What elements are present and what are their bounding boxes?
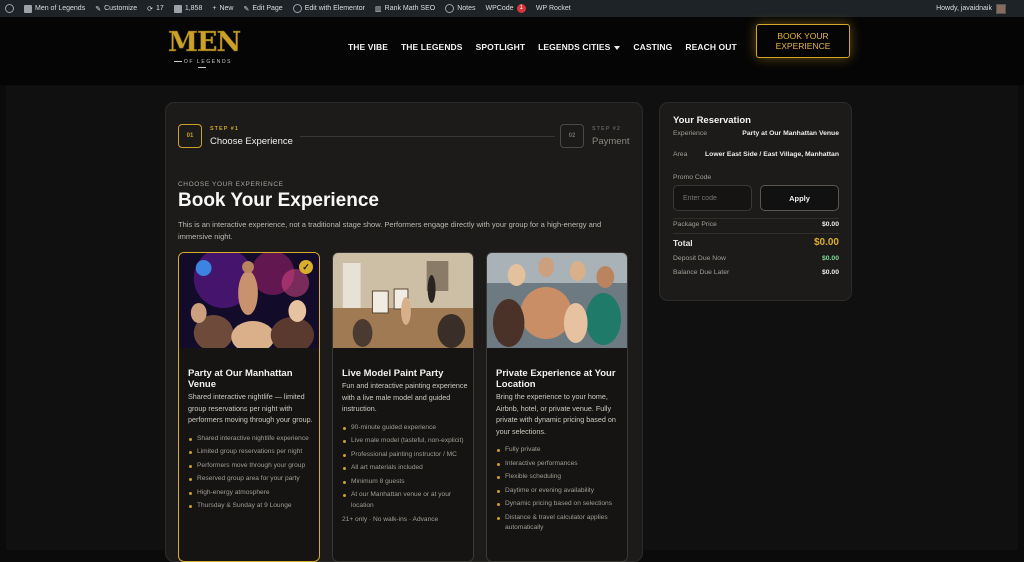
nav-item-the-legends[interactable]: THE LEGENDS bbox=[401, 42, 463, 52]
package-price-row: Package Price $0.00 bbox=[673, 221, 839, 228]
card-feature-list: 90-minute guided experience Live male mo… bbox=[342, 423, 468, 512]
elementor-icon bbox=[292, 4, 302, 13]
nav-item-spotlight[interactable]: SPOTLIGHT bbox=[476, 42, 526, 52]
nav-item-the-vibe[interactable]: THE VIBE bbox=[348, 42, 388, 52]
admin-bar: Men of Legends ✎ Customize ⟳ 17 1,858 + New… bbox=[0, 0, 1024, 17]
card-feature-list: Shared interactive nightlife experience … bbox=[188, 434, 314, 512]
card-subtitle: Shared interactive nightlife — limited g… bbox=[188, 392, 313, 424]
admin-elementor-link[interactable]: Edit with Elementor bbox=[288, 0, 370, 17]
experience-card-paint-party[interactable]: Live Model Paint Party Fun and interacti… bbox=[332, 252, 474, 562]
step-2[interactable]: 02 STEP #2 Payment bbox=[560, 124, 630, 148]
nav-item-label: LEGENDS CITIES bbox=[538, 42, 611, 52]
site-header: MEN OF LEGENDS THE VIBE THE LEGENDS SPOT… bbox=[0, 17, 1024, 85]
wordpress-logo-icon[interactable] bbox=[0, 0, 19, 17]
total-row: Total $0.00 bbox=[673, 237, 839, 248]
divider bbox=[673, 233, 839, 234]
reservation-area-row: Area Lower East Side / East Village, Man… bbox=[673, 151, 839, 158]
card-subtitle: Bring the experience to your home, Airbn… bbox=[496, 392, 616, 436]
wpcode-badge: 1 bbox=[516, 4, 526, 13]
balance-row: Balance Due Later $0.00 bbox=[673, 269, 839, 276]
experience-card-private-location[interactable]: Private Experience at Your Location Brin… bbox=[486, 252, 628, 562]
admin-edit-page-link[interactable]: ✎ Edit Page bbox=[238, 0, 287, 17]
list-item: Minimum 8 guests bbox=[342, 477, 468, 488]
reservation-title: Your Reservation bbox=[673, 115, 751, 126]
site-logo[interactable]: MEN OF LEGENDS bbox=[168, 27, 242, 70]
chevron-down-icon bbox=[614, 45, 621, 50]
step-2-box: 02 bbox=[560, 124, 584, 148]
nav-item-legends-cities[interactable]: LEGENDS CITIES bbox=[538, 42, 621, 52]
list-item: Fully private bbox=[496, 445, 622, 456]
list-item: Performers move through your group bbox=[188, 461, 314, 472]
list-item: Live male model (tasteful, non-explicit) bbox=[342, 436, 468, 447]
list-item: Flexible scheduling bbox=[496, 472, 622, 483]
admin-updates-link[interactable]: ⟳ 17 bbox=[142, 0, 169, 17]
page-title: Book Your Experience bbox=[178, 190, 379, 211]
admin-wprocket-link[interactable]: WP Rocket bbox=[531, 0, 576, 17]
nav-item-casting[interactable]: CASTING bbox=[633, 42, 672, 52]
main-nav: THE VIBE THE LEGENDS SPOTLIGHT LEGENDS C… bbox=[348, 42, 737, 52]
list-item: Reserved group area for your party bbox=[188, 474, 314, 485]
chart-icon: ▥ bbox=[375, 5, 382, 13]
list-item: All art materials included bbox=[342, 463, 468, 474]
book-experience-button[interactable]: BOOK YOUR EXPERIENCE bbox=[756, 24, 850, 58]
pencil-icon: ✎ bbox=[243, 5, 250, 13]
reservation-summary: Your Reservation Experience Party at Our… bbox=[659, 102, 852, 301]
admin-comments-link[interactable]: 1,858 bbox=[169, 0, 208, 17]
paint-party-photo bbox=[333, 253, 473, 348]
avatar bbox=[996, 3, 1006, 14]
step-1-box: 01 bbox=[178, 124, 202, 148]
refresh-icon: ⟳ bbox=[147, 5, 154, 13]
step-divider bbox=[300, 136, 555, 137]
step-2-number: STEP #2 bbox=[592, 125, 621, 132]
list-item: Daytime or evening availability bbox=[496, 486, 622, 497]
list-item: At our Manhattan venue or at your locati… bbox=[342, 490, 468, 511]
card-feature-list: Fully private Interactive performances F… bbox=[496, 445, 622, 534]
apply-promo-button[interactable]: Apply bbox=[760, 185, 839, 211]
list-item: Shared interactive nightlife experience bbox=[188, 434, 314, 445]
nav-item-reach-out[interactable]: REACH OUT bbox=[685, 42, 736, 52]
admin-site-link[interactable]: Men of Legends bbox=[19, 0, 90, 17]
list-item: Interactive performances bbox=[496, 459, 622, 470]
list-item: Limited group reservations per night bbox=[188, 447, 314, 458]
step-2-title: Payment bbox=[592, 135, 630, 147]
home-icon bbox=[24, 4, 32, 13]
list-item: High-energy atmosphere bbox=[188, 488, 314, 499]
private-party-photo bbox=[487, 253, 627, 348]
step-1-title: Choose Experience bbox=[210, 135, 293, 147]
promo-code-input[interactable] bbox=[673, 185, 752, 211]
brush-icon: ✎ bbox=[95, 5, 102, 13]
list-item: 90-minute guided experience bbox=[342, 423, 468, 434]
party-photo bbox=[179, 253, 319, 348]
admin-wpcode-link[interactable]: WPCode 1 bbox=[481, 0, 531, 17]
section-eyebrow: CHOOSE YOUR EXPERIENCE bbox=[178, 181, 284, 188]
experience-card-manhattan-venue[interactable]: ✓ Party at Our Manhattan Venue Shared in… bbox=[178, 252, 320, 562]
notes-icon bbox=[445, 4, 455, 13]
admin-new-link[interactable]: + New bbox=[207, 0, 238, 17]
admin-rankmath-link[interactable]: ▥ Rank Math SEO bbox=[370, 0, 440, 17]
list-item: Professional painting instructor / MC bbox=[342, 450, 468, 461]
reservation-experience-row: Experience Party at Our Manhattan Venue bbox=[673, 130, 839, 137]
card-title: Live Model Paint Party bbox=[342, 368, 444, 379]
plus-icon: + bbox=[212, 5, 217, 12]
divider bbox=[673, 218, 839, 219]
admin-notes-link[interactable]: Notes bbox=[440, 0, 480, 17]
card-title: Private Experience at Your Location bbox=[496, 368, 616, 390]
deposit-row: Deposit Due Now $0.00 bbox=[673, 255, 839, 262]
admin-account[interactable]: Howdy, javaidnaik bbox=[936, 3, 1024, 14]
card-footnote: 21+ only · No walk-ins · Advance bbox=[342, 516, 439, 523]
page-description: This is an interactive experience, not a… bbox=[178, 220, 602, 241]
card-subtitle: Fun and interactive painting experience … bbox=[342, 381, 468, 413]
card-title: Party at Our Manhattan Venue bbox=[188, 368, 293, 390]
admin-customize-link[interactable]: ✎ Customize bbox=[90, 0, 142, 17]
list-item: Distance & travel calculator applies aut… bbox=[496, 513, 622, 534]
step-1-number: STEP #1 bbox=[210, 125, 239, 132]
selected-check-icon: ✓ bbox=[299, 260, 313, 274]
promo-label: Promo Code bbox=[673, 174, 712, 181]
list-item: Thursday & Sunday at 9 Lounge bbox=[188, 501, 314, 512]
comment-icon bbox=[173, 4, 182, 13]
step-1[interactable]: 01 STEP #1 Choose Experience bbox=[178, 124, 293, 148]
list-item: Dynamic pricing based on selections bbox=[496, 499, 622, 510]
